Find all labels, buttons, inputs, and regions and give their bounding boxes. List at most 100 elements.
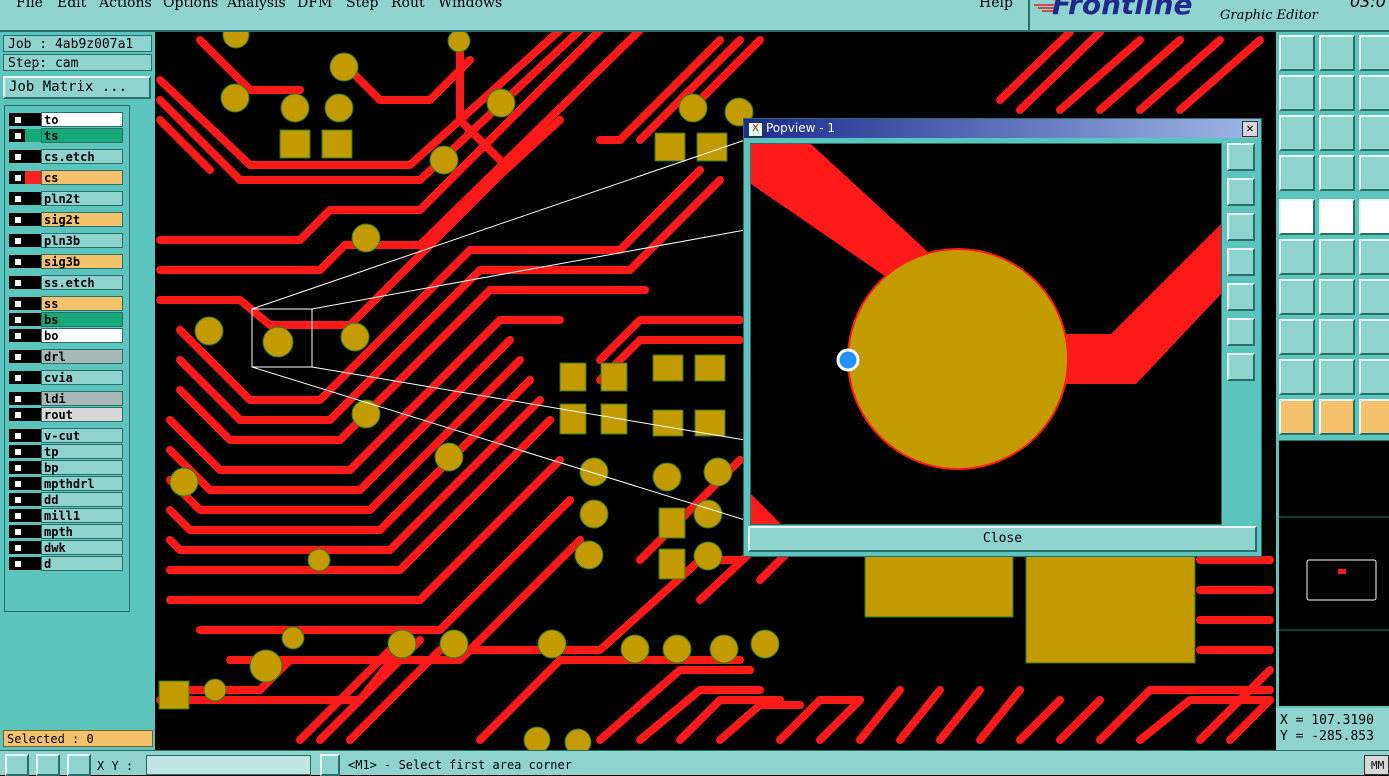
dimension-tool-button[interactable] (1359, 319, 1389, 355)
layer-color-swatch[interactable] (25, 525, 41, 538)
layer-color-swatch[interactable] (25, 213, 41, 226)
angle-measure-tool-button[interactable] (1319, 359, 1355, 395)
arc-tool-button[interactable] (1359, 279, 1389, 315)
select-area-tool-button[interactable] (1319, 399, 1355, 435)
arrow-tool-icon[interactable] (5, 754, 29, 776)
layer-color-swatch[interactable] (25, 392, 41, 405)
pad-tool-button[interactable] (1279, 199, 1315, 235)
popview-zoom-out-button[interactable] (1227, 353, 1255, 381)
layer-checkbox[interactable] (9, 150, 25, 163)
menu-windows[interactable]: Windows (438, 0, 502, 11)
layer-checkbox[interactable] (9, 461, 25, 474)
layer-checkbox[interactable] (9, 192, 25, 205)
layer-row[interactable]: ts (5, 128, 125, 143)
home-tool-button[interactable] (1359, 35, 1389, 71)
layer-checkbox[interactable] (9, 255, 25, 268)
layer-color-swatch[interactable] (25, 541, 41, 554)
line-node-tool-button[interactable] (1359, 239, 1389, 275)
menu-actions[interactable]: Actions (99, 0, 152, 11)
color-tool-button[interactable] (1319, 199, 1355, 235)
layer-name[interactable]: ss.etch (41, 275, 123, 290)
pan-left-tool-button[interactable] (1279, 75, 1315, 111)
layer-name[interactable]: ss (41, 296, 123, 311)
layer-row[interactable]: drl (5, 349, 125, 364)
layer-name[interactable]: pln2t (41, 191, 123, 206)
layer-row[interactable]: ldi (5, 391, 125, 406)
layer-color-swatch[interactable] (25, 493, 41, 506)
grid-snap-icon[interactable] (67, 754, 91, 776)
layer-row[interactable]: bo (5, 328, 125, 343)
layer-checkbox[interactable] (9, 350, 25, 363)
layer-color-swatch[interactable] (25, 557, 41, 570)
xy-input[interactable] (146, 755, 311, 775)
layer-name[interactable]: bo (41, 328, 123, 343)
cross-tool-icon[interactable] (36, 754, 60, 776)
layer-name[interactable]: cs (41, 170, 123, 185)
zoom-out-tool-button[interactable] (1319, 115, 1355, 151)
netlist-tool-button[interactable] (1359, 155, 1389, 191)
layer-name[interactable]: tp (41, 444, 123, 459)
layer-name[interactable]: to (41, 112, 123, 127)
layer-name[interactable]: cs.etch (41, 149, 123, 164)
layer-row[interactable]: bs (5, 312, 125, 327)
layer-color-swatch[interactable] (25, 445, 41, 458)
layer-name[interactable]: mill1 (41, 508, 123, 523)
layer-color-swatch[interactable] (25, 150, 41, 163)
layer-color-swatch[interactable] (25, 350, 41, 363)
layer-name[interactable]: bp (41, 460, 123, 475)
popview-pan-left-button[interactable] (1227, 248, 1255, 276)
angle-tool-button[interactable] (1279, 279, 1315, 315)
menu-options[interactable]: Options (163, 0, 218, 11)
layer-name[interactable]: ts (41, 128, 123, 143)
layer-name[interactable]: v-cut (41, 428, 123, 443)
layer-color-swatch[interactable] (25, 429, 41, 442)
snap-tool-button[interactable] (1279, 155, 1315, 191)
layer-name[interactable]: bs (41, 312, 123, 327)
popview-close-icon[interactable]: ✕ (1242, 121, 1258, 137)
layer-name[interactable]: pln3b (41, 233, 123, 248)
layer-row[interactable]: cvia (5, 370, 125, 385)
menu-dfm[interactable]: DFM (297, 0, 332, 11)
layer-color-swatch[interactable] (25, 461, 41, 474)
popview-zoom-view[interactable] (750, 143, 1222, 525)
layer-checkbox[interactable] (9, 313, 25, 326)
layer-checkbox[interactable] (9, 429, 25, 442)
layer-row[interactable]: sig3b (5, 254, 125, 269)
layer-color-swatch[interactable] (25, 192, 41, 205)
overview-map[interactable] (1279, 440, 1389, 706)
layer-row[interactable]: v-cut (5, 428, 125, 443)
popview-titlebar[interactable]: X Popview - 1 (744, 119, 1259, 138)
layer-row[interactable]: pln3b (5, 233, 125, 248)
layer-row[interactable]: mpthdrl (5, 476, 125, 491)
pan-down-tool-button[interactable] (1319, 35, 1355, 71)
pan-right-tool-button[interactable] (1319, 75, 1355, 111)
layer-color-swatch[interactable] (25, 113, 41, 126)
layer-row[interactable]: ss.etch (5, 275, 125, 290)
layer-checkbox[interactable] (9, 525, 25, 538)
menu-help[interactable]: Help (979, 0, 1013, 11)
layer-checkbox[interactable] (9, 392, 25, 405)
triangle-measure-tool-button[interactable] (1279, 359, 1315, 395)
net-connect-tool-button[interactable] (1279, 239, 1315, 275)
layer-row[interactable]: ss (5, 296, 125, 311)
layer-color-swatch[interactable] (25, 297, 41, 310)
layer-row[interactable]: to (5, 112, 125, 127)
layer-color-swatch[interactable] (25, 276, 41, 289)
layer-checkbox[interactable] (9, 329, 25, 342)
menu-analysis[interactable]: Analysis (227, 0, 286, 11)
layer-name[interactable]: rout (41, 407, 123, 422)
layer-checkbox[interactable] (9, 557, 25, 570)
pad-move-tool-button[interactable] (1279, 319, 1315, 355)
layer-checkbox[interactable] (9, 297, 25, 310)
undo-view-tool-button[interactable] (1359, 75, 1389, 111)
layer-checkbox[interactable] (9, 408, 25, 421)
height-measure-tool-button[interactable] (1359, 359, 1389, 395)
layer-name[interactable]: sig3b (41, 254, 123, 269)
layer-name[interactable]: cvia (41, 370, 123, 385)
layer-row[interactable]: mpth (5, 524, 125, 539)
layer-name[interactable]: mpthdrl (41, 476, 123, 491)
layer-row[interactable]: cs.etch (5, 149, 125, 164)
layer-row[interactable]: mill1 (5, 508, 125, 523)
menu-file[interactable]: File (16, 0, 43, 11)
grid-tool-button[interactable] (1319, 155, 1355, 191)
